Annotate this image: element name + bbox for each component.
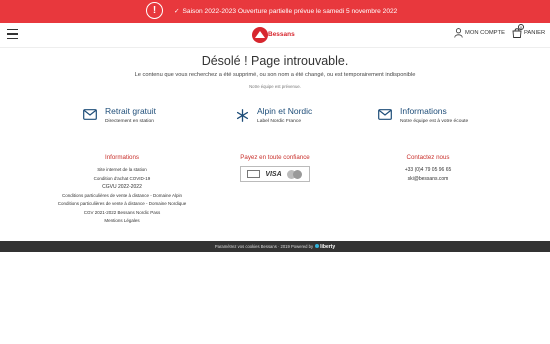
bag-icon: 0 xyxy=(512,24,524,38)
alert-message: ✓ Saison 2022-2023 Ouverture partielle pr… xyxy=(174,7,397,15)
page-subtitle: Le contenu que vous recherchez a été sup… xyxy=(134,72,416,78)
logo-text: Bessans xyxy=(268,31,295,38)
team-note: Notre équipe est prévenue. xyxy=(249,84,301,89)
contact-phone[interactable]: +33 (0)4 79 05 96 65 xyxy=(386,166,470,175)
bottom-bar-text[interactable]: Paramétrez vos cookies Bessans · 2019 Po… xyxy=(215,244,313,249)
footer-link[interactable]: Condition d'achat COVID-19 xyxy=(40,175,204,184)
footer-payment-title: Payez en toute confiance xyxy=(240,154,310,161)
alert-text: Saison 2022-2023 Ouverture partielle pré… xyxy=(182,8,398,15)
logo[interactable]: Bessans xyxy=(252,27,298,43)
feature-title: Informations xyxy=(400,106,447,116)
account-label: MON COMPTE xyxy=(465,30,505,36)
feature-informations: Informations Notre équipe est à votre éc… xyxy=(378,106,468,124)
logo-mountain-icon xyxy=(252,27,268,43)
cart-count-badge: 0 xyxy=(518,24,524,30)
alert-bar: ! ✓ Saison 2022-2023 Ouverture partielle … xyxy=(0,0,550,23)
page-title: Désolé ! Page introuvable. xyxy=(201,54,349,68)
menu-icon[interactable] xyxy=(7,29,18,39)
mail-icon xyxy=(378,109,392,120)
feature-desc: Directement en station xyxy=(105,119,154,124)
exclamation-icon: ! xyxy=(146,2,163,19)
footer-link[interactable]: Conditions particulières de vente à dist… xyxy=(40,192,204,201)
footer-info-title: Informations xyxy=(104,154,140,161)
footer-link[interactable]: CGV 2021-2022 Bessans Nordic Pass xyxy=(40,209,204,218)
contact-email[interactable]: ski@bessans.com xyxy=(386,175,470,184)
brand-name: liberty xyxy=(320,243,336,250)
feature-title: Alpin et Nordic xyxy=(257,106,313,116)
visa-logo: VISA xyxy=(265,170,282,178)
cart-label: PANIER xyxy=(524,29,546,36)
credit-card-icon xyxy=(247,170,261,178)
check-icon: ✓ xyxy=(174,8,180,15)
header: Bessans MON COMPTE 0 PANIER xyxy=(0,23,550,48)
brand-dot-icon xyxy=(315,243,320,248)
mail-icon xyxy=(83,109,97,120)
footer-link[interactable]: Conditions particulières de vente à dist… xyxy=(40,200,204,209)
footer-link[interactable]: Site internet de la station xyxy=(40,166,204,175)
feature-desc: Label Nordic France xyxy=(257,119,302,124)
user-icon xyxy=(454,28,463,38)
footer-link[interactable]: Mentions Légales xyxy=(40,217,204,226)
footer-contact-title: Contactez nous xyxy=(406,154,450,161)
mastercard-icon xyxy=(286,169,303,179)
feature-title: Retrait gratuit xyxy=(105,106,157,116)
payment-methods: VISA xyxy=(240,166,310,182)
brand-logo[interactable]: liberty xyxy=(315,243,336,250)
footer-info-column: Informations Site internet de la station… xyxy=(40,154,204,226)
account-link[interactable]: MON COMPTE xyxy=(454,28,505,38)
feature-alpin-nordic: Alpin et Nordic Label Nordic France xyxy=(236,106,312,124)
cart-link[interactable]: 0 PANIER xyxy=(512,24,546,38)
footer-payment-column: Payez en toute confiance VISA xyxy=(220,154,330,182)
footer-link[interactable]: CGVU 2022-2022 xyxy=(40,183,204,192)
feature-desc: Notre équipe est à votre écoute xyxy=(400,119,469,124)
feature-retrait: Retrait gratuit Directement en station xyxy=(83,106,156,124)
bottom-bar: Paramétrez vos cookies Bessans · 2019 Po… xyxy=(0,241,550,252)
footer-contact-column: Contactez nous +33 (0)4 79 05 96 65 ski@… xyxy=(386,154,470,184)
snowflake-icon xyxy=(236,109,249,122)
